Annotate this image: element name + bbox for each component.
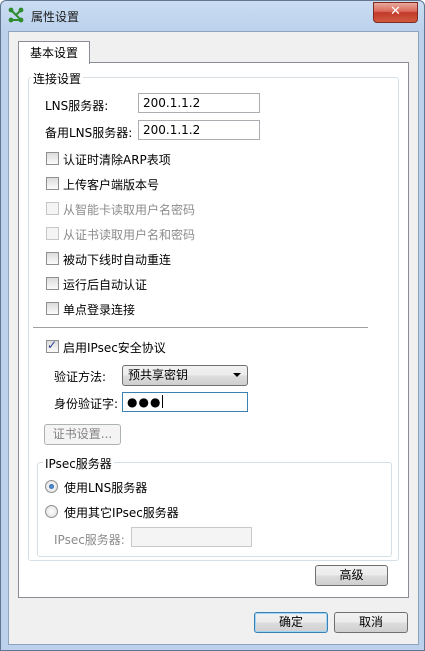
- connection-settings-title: 连接设置: [31, 70, 84, 87]
- window-title: 属性设置: [31, 10, 80, 24]
- dropdown-arrow-icon: [233, 373, 241, 377]
- single-sign-on-label[interactable]: 单点登录连接: [63, 301, 135, 318]
- close-icon: ✕: [390, 4, 401, 19]
- identity-key-label: 身份验证字:: [54, 397, 119, 411]
- close-button[interactable]: ✕: [373, 2, 418, 23]
- upload-version-label[interactable]: 上传客户端版本号: [63, 176, 159, 193]
- certificate-credentials-checkbox: [46, 227, 59, 240]
- use-other-ipsec-server-radio[interactable]: [45, 505, 58, 518]
- auth-method-value: 预共享密钥: [128, 368, 189, 382]
- identity-key-mask: ●●●: [127, 395, 162, 409]
- text-caret: [162, 395, 164, 408]
- auth-method-label: 验证方法:: [54, 370, 107, 384]
- separator: [33, 327, 368, 329]
- smartcard-credentials-label: 从智能卡读取用户名密码: [63, 203, 196, 217]
- use-lns-server-label[interactable]: 使用LNS服务器: [64, 479, 147, 496]
- basic-settings-panel: 连接设置 LNS服务器: 200.1.1.2 备用LNS服务器: 200.1.1…: [18, 62, 409, 598]
- tab-basic-settings[interactable]: 基本设置: [18, 41, 90, 64]
- lns-server-label: LNS服务器:: [45, 99, 109, 113]
- ipsec-server-address-label: IPsec服务器:: [54, 533, 125, 547]
- advanced-button[interactable]: 高级: [315, 565, 388, 586]
- clear-arp-label[interactable]: 认证时清除ARP表项: [63, 151, 171, 168]
- app-network-icon: [8, 7, 24, 23]
- use-other-ipsec-server-label[interactable]: 使用其它IPsec服务器: [64, 504, 179, 521]
- backup-lns-server-input[interactable]: 200.1.1.2: [138, 120, 260, 140]
- identity-key-input[interactable]: ●●●: [122, 392, 248, 412]
- ipsec-server-group-title: IPsec服务器: [43, 455, 114, 472]
- dialog-client-area: 基本设置 连接设置 LNS服务器: 200.1.1.2 备用LNS服务器: 20…: [8, 31, 419, 645]
- clear-arp-checkbox[interactable]: [46, 152, 59, 165]
- enable-ipsec-label[interactable]: 启用IPsec安全协议: [63, 339, 166, 356]
- upload-version-checkbox[interactable]: [46, 177, 59, 190]
- radio-selected-dot: [49, 484, 54, 489]
- properties-dialog: 属性设置 ✕ 基本设置 连接设置 LNS服务器: 200.1.1.2 备用LNS…: [0, 0, 425, 651]
- auto-reconnect-label[interactable]: 被动下线时自动重连: [63, 251, 171, 268]
- single-sign-on-checkbox[interactable]: [46, 302, 59, 315]
- auto-reconnect-checkbox[interactable]: [46, 252, 59, 265]
- auto-auth-label[interactable]: 运行后自动认证: [63, 276, 147, 293]
- ipsec-server-address-input: [131, 527, 252, 547]
- lns-server-input[interactable]: 200.1.1.2: [138, 93, 260, 113]
- enable-ipsec-checkbox[interactable]: ✓: [46, 338, 59, 353]
- checkmark-icon: ✓: [47, 338, 58, 352]
- smartcard-credentials-checkbox: [46, 202, 59, 215]
- auto-auth-checkbox[interactable]: [46, 277, 59, 290]
- cancel-button[interactable]: 取消: [334, 612, 408, 633]
- ok-button[interactable]: 确定: [254, 612, 328, 633]
- certificate-settings-button: 证书设置...: [44, 424, 121, 445]
- backup-lns-server-label: 备用LNS服务器:: [45, 126, 133, 140]
- auth-method-dropdown[interactable]: 预共享密钥: [122, 365, 248, 386]
- title-bar[interactable]: 属性设置 ✕: [1, 1, 424, 31]
- certificate-credentials-label: 从证书读取用户名和密码: [63, 228, 196, 242]
- use-lns-server-radio[interactable]: [45, 480, 58, 493]
